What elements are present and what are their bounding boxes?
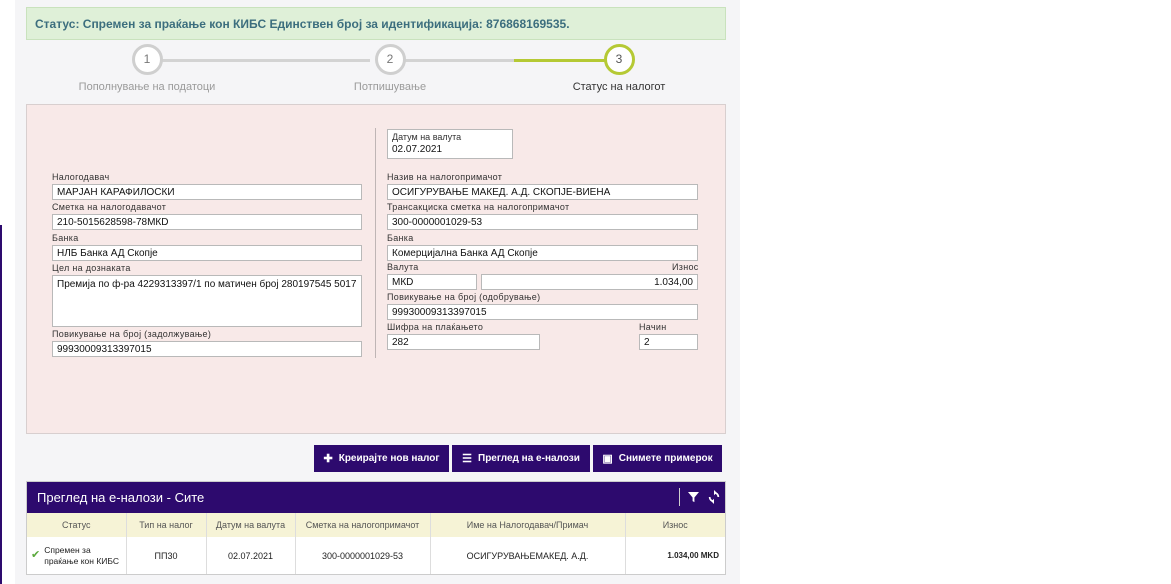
cell-account: 300-0000001029-53 — [295, 537, 431, 574]
payer-bank-label: Банка — [52, 233, 79, 243]
filter-icon[interactable] — [688, 491, 699, 503]
status-text: Статус: Спремен за праќање кон КИБС Един… — [35, 17, 570, 31]
cell-type: ПП30 — [126, 537, 207, 574]
cell-status: ✔ Спремен за праќање кон КИБС — [27, 537, 127, 574]
left-edge-bar — [0, 225, 2, 584]
step-2: 2 Потпишување — [310, 44, 470, 93]
payment-code-field[interactable]: 282 — [387, 334, 540, 350]
save-copy-label: Снимете примерок — [618, 453, 713, 464]
recipient-bank-label: Банка — [387, 233, 414, 243]
step-3: 3 Статус на налогот — [539, 44, 699, 93]
create-new-order-label: Креирајте нов налог — [338, 453, 440, 464]
payer-bank-field[interactable]: НЛБ Банка АД Скопје — [52, 245, 362, 261]
review-orders-label: Преглед на е-налози — [478, 453, 580, 464]
value-date-field[interactable]: 02.07.2021 — [392, 144, 508, 155]
credit-ref-field[interactable]: 99930009313397015 — [387, 304, 698, 320]
purpose-label: Цел на дознаката — [52, 263, 131, 273]
step-1-circle: 1 — [131, 44, 163, 75]
grid-title: Преглед на е-налози - Сите — [37, 490, 205, 505]
cell-amount: 1.034,00 MKD — [667, 551, 719, 560]
grid-toolbar-divider — [679, 488, 680, 506]
payment-order-form: Датум на валута 02.07.2021 Налогодавач М… — [26, 104, 726, 434]
amount-field[interactable]: 1.034,00 — [481, 274, 698, 290]
check-icon: ✔ — [31, 549, 41, 561]
col-amount[interactable]: Износ — [625, 513, 725, 537]
purpose-field[interactable]: Премија по ф-ра 4229313397/1 по матичен … — [52, 275, 362, 327]
save-copy-button[interactable]: ▣ Снимете примерок — [593, 445, 722, 472]
payer-field[interactable]: МАРЈАН КАРАФИЛОСКИ — [52, 184, 362, 200]
plus-icon: ✚ — [323, 453, 333, 465]
recipient-account-label: Трансакциска сметка на налогопримачот — [387, 202, 570, 212]
recipient-account-field[interactable]: 300-0000001029-53 — [387, 214, 698, 230]
recipient-label: Назив на налогопримачот — [387, 172, 503, 182]
grid-toolbar — [679, 488, 721, 506]
floppy-disk-icon: ▣ — [602, 453, 613, 465]
debit-ref-field[interactable]: 99930009313397015 — [52, 341, 362, 357]
recipient-bank-field[interactable]: Комерцијална Банка АД Скопје — [387, 245, 698, 261]
payer-account-label: Сметка на налогодавачот — [52, 202, 167, 212]
list-icon: ☰ — [462, 453, 472, 465]
step-1-label: Пополнување на податоци — [78, 81, 216, 93]
step-1: 1 Пополнување на податоци — [67, 44, 227, 93]
payment-code-label: Шифра на плаќањето — [387, 322, 484, 332]
refresh-icon[interactable] — [707, 490, 721, 504]
recipient-field[interactable]: ОСИГУРУВАЊЕ МАКЕД. А.Д. СКОПЈЕ-ВИЕНА — [387, 184, 698, 200]
currency-field[interactable]: МКD — [387, 274, 477, 290]
form-divider — [375, 128, 376, 358]
col-type[interactable]: Тип на налог — [126, 513, 207, 537]
col-date[interactable]: Датум на валута — [206, 513, 296, 537]
status-message: Статус: Спремен за праќање кон КИБС Един… — [26, 7, 726, 40]
col-status[interactable]: Статус — [27, 513, 127, 537]
value-date-box: Датум на валута 02.07.2021 — [387, 129, 513, 159]
orders-table: Статус Тип на налог Датум на валута Смет… — [27, 513, 725, 574]
payer-label: Налогодавач — [52, 172, 110, 182]
table-row[interactable]: ✔ Спремен за праќање кон КИБС ПП30 02.07… — [27, 537, 725, 574]
value-date-label: Датум на валута — [392, 132, 462, 142]
grid-header: Преглед на е-налози - Сите — [27, 482, 725, 513]
credit-ref-label: Повикување на број (одобрување) — [387, 292, 541, 302]
step-2-circle: 2 — [374, 44, 406, 75]
step-3-label: Статус на налогот — [572, 81, 666, 93]
method-field[interactable]: 2 — [639, 334, 698, 350]
create-new-order-button[interactable]: ✚ Креирајте нов налог — [314, 445, 449, 472]
step-3-circle: 3 — [603, 44, 635, 75]
col-account[interactable]: Сметка на налогопримачот — [295, 513, 431, 537]
orders-grid: Преглед на е-налози - Сите Статус Тип на — [26, 481, 726, 575]
debit-ref-label: Повикување на број (задолжување) — [52, 329, 212, 339]
step-2-label: Потпишување — [353, 81, 427, 93]
method-label: Начин — [639, 322, 667, 332]
table-header-row: Статус Тип на налог Датум на валута Смет… — [27, 513, 725, 537]
cell-name: ОСИГУРУВАЊЕМАКЕД. А.Д. — [430, 537, 626, 574]
col-name[interactable]: Име на Налогодавач/Примач — [430, 513, 626, 537]
cell-date: 02.07.2021 — [206, 537, 296, 574]
status-value: Спремен за праќање кон КИБС — [44, 544, 119, 566]
currency-label: Валута — [387, 262, 419, 272]
review-orders-button[interactable]: ☰ Преглед на е-налози — [452, 445, 590, 472]
main-content: Статус: Спремен за праќање кон КИБС Един… — [15, 0, 740, 584]
progress-steps: 1 Пополнување на податоци 2 Потпишување … — [26, 44, 726, 100]
amount-label: Износ — [672, 262, 699, 272]
payer-account-field[interactable]: 210-5015628598-78МКD — [52, 214, 362, 230]
